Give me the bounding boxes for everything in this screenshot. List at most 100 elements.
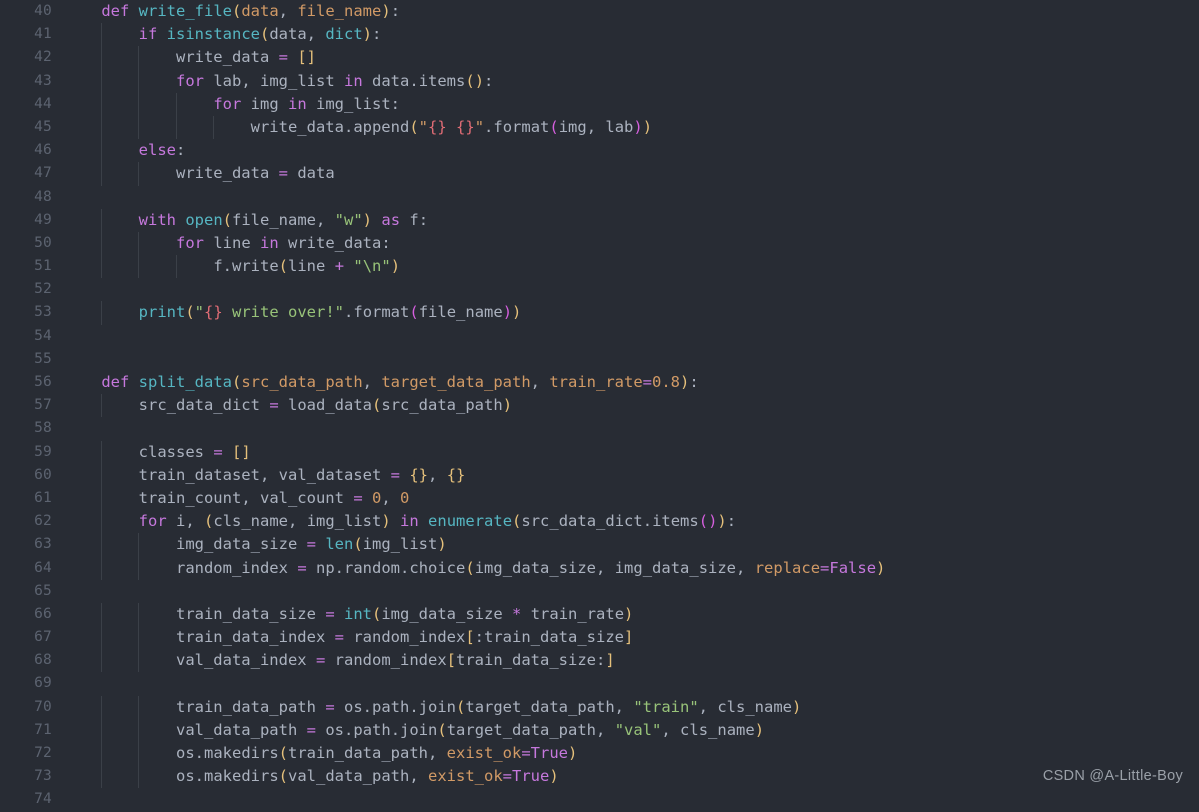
code-line-content[interactable]: src_data_dict = load_data(src_data_path) (64, 394, 1199, 418)
code-line[interactable]: 60 train_dataset, val_dataset = {}, {} (0, 463, 1199, 487)
code-token: = (278, 48, 288, 67)
code-line[interactable]: 54 (0, 325, 1199, 348)
code-token: , (381, 488, 401, 507)
code-line[interactable]: 71 val_data_path = os.path.join(target_d… (0, 718, 1199, 743)
code-token: img (250, 94, 279, 113)
code-line-content[interactable]: val_data_index = random_index[train_data… (64, 649, 1199, 673)
code-token: , (409, 767, 428, 786)
code-line[interactable]: 45 write_data.append("{} {}".format(img,… (0, 115, 1199, 140)
code-line-content[interactable]: train_count, val_count = 0, 0 (64, 486, 1199, 511)
code-line[interactable]: 40 def write_file(data, file_name): (0, 0, 1199, 23)
code-line[interactable]: 57 src_data_dict = load_data(src_data_pa… (0, 394, 1199, 418)
line-number: 48 (34, 188, 52, 205)
code-token: in (260, 233, 279, 252)
code-token: . (194, 744, 204, 762)
line-number: 40 (34, 3, 52, 19)
line-number: 72 (34, 745, 52, 761)
code-token: ) (390, 257, 401, 276)
code-line[interactable]: 65 (0, 580, 1199, 603)
code-token: format (493, 117, 550, 136)
code-line-content[interactable]: write_data.append("{} {}".format(img, la… (64, 115, 1199, 140)
code-line[interactable]: 62 for i, (cls_name, img_list) in enumer… (0, 510, 1199, 534)
code-line[interactable]: 64 random_index = np.random.choice(img_d… (0, 556, 1199, 580)
code-token: os (175, 767, 195, 786)
code-line-content[interactable]: for line in write_data: (64, 231, 1199, 256)
code-line[interactable]: 70 train_data_path = os.path.join(target… (0, 695, 1199, 719)
code-line-content[interactable]: train_data_path = os.path.join(target_da… (64, 695, 1199, 719)
code-token: [ (446, 651, 456, 670)
code-line[interactable]: 46 else: (0, 139, 1199, 163)
code-line[interactable]: 51 f.write(line + "\n") (0, 255, 1199, 279)
code-token: . (484, 117, 494, 136)
code-line[interactable]: 63 img_data_size = len(img_list) (0, 533, 1199, 557)
code-line[interactable]: 59 classes = [] (0, 440, 1199, 464)
code-lines-container[interactable]: 40 def write_file(data, file_name): 41 if… (0, 0, 1199, 807)
code-line[interactable]: 73 os.makedirs(val_data_path, exist_ok=T… (0, 765, 1199, 789)
code-line-content[interactable]: print("{} write over!".format(file_name)… (64, 301, 1199, 325)
code-line-content[interactable]: val_data_path = os.path.join(target_data… (64, 718, 1199, 743)
code-line[interactable]: 66 train_data_size = int(img_data_size *… (0, 602, 1199, 627)
code-token: ) (567, 744, 578, 762)
code-token: ( (278, 767, 288, 786)
code-line[interactable]: 53 print("{} write over!".format(file_na… (0, 301, 1199, 325)
code-line[interactable]: 44 for img in img_list: (0, 92, 1199, 116)
code-line[interactable]: 69 (0, 672, 1199, 695)
code-line-content[interactable]: random_index = np.random.choice(img_data… (64, 556, 1199, 580)
code-line[interactable]: 49 with open(file_name, "w") as f: (0, 208, 1199, 232)
code-line-content[interactable]: f.write(line + "\n") (64, 255, 1199, 279)
code-line-content[interactable]: for lab, img_list in data.items(): (64, 69, 1199, 93)
code-token: ( (465, 558, 475, 577)
code-line-content[interactable]: train_data_index = random_index[:train_d… (64, 626, 1199, 650)
code-line-content[interactable]: os.makedirs(train_data_path, exist_ok=Tr… (64, 742, 1199, 766)
code-line-content[interactable]: else: (64, 139, 1199, 163)
code-line-content[interactable]: os.makedirs(val_data_path, exist_ok=True… (64, 765, 1199, 789)
code-token: : (390, 2, 401, 20)
code-line-content[interactable]: with open(file_name, "w") as f: (64, 208, 1199, 232)
code-line[interactable]: 47 write_data = data (0, 162, 1199, 186)
code-token: ( (222, 210, 232, 229)
code-line-content[interactable]: train_data_size = int(img_data_size * tr… (64, 602, 1199, 627)
code-line[interactable]: 58 (0, 417, 1199, 440)
code-token: line (213, 233, 251, 252)
code-line-content[interactable]: train_dataset, val_dataset = {}, {} (64, 463, 1199, 487)
code-line-content[interactable]: def split_data(src_data_path, target_dat… (64, 371, 1199, 394)
code-line[interactable]: 52 (0, 278, 1199, 301)
code-line-content[interactable]: img_data_size = len(img_list) (64, 533, 1199, 557)
code-token: train_dataset (138, 465, 260, 484)
code-line[interactable]: 74 (0, 788, 1199, 811)
code-line[interactable]: 68 val_data_index = random_index[train_d… (0, 649, 1199, 673)
code-token: choice (409, 558, 466, 577)
code-line-content[interactable]: write_data = [] (64, 46, 1199, 70)
code-line[interactable]: 67 train_data_index = random_index[:trai… (0, 626, 1199, 650)
code-line[interactable]: 50 for line in write_data: (0, 231, 1199, 256)
code-line-content[interactable]: if isinstance(data, dict): (64, 23, 1199, 47)
code-line[interactable]: 48 (0, 186, 1199, 209)
code-line-content[interactable]: def write_file(data, file_name): (64, 0, 1199, 23)
code-token: train_data_size (484, 628, 624, 647)
code-token: for (213, 94, 242, 113)
code-line-content[interactable]: write_data = data (64, 162, 1199, 186)
code-line[interactable]: 72 os.makedirs(train_data_path, exist_ok… (0, 742, 1199, 766)
code-line[interactable]: 41 if isinstance(data, dict): (0, 23, 1199, 47)
code-editor[interactable]: 40 def write_file(data, file_name): 41 if… (0, 0, 1199, 807)
code-line[interactable]: 61 train_count, val_count = 0, 0 (0, 486, 1199, 511)
code-line-content[interactable]: classes = [] (64, 440, 1199, 464)
code-line[interactable]: 42 write_data = [] (0, 46, 1199, 70)
code-line[interactable]: 56 def split_data(src_data_path, target_… (0, 371, 1199, 394)
code-line[interactable]: 43 for lab, img_list in data.items(): (0, 69, 1199, 93)
code-token: ( (409, 303, 419, 322)
code-line-content[interactable]: for i, (cls_name, img_list) in enumerate… (64, 510, 1199, 534)
code-line[interactable]: 55 (0, 348, 1199, 371)
code-token: {} (204, 303, 223, 322)
code-token: data (269, 25, 307, 44)
code-line-content[interactable]: for img in img_list: (64, 92, 1199, 116)
code-token: . (222, 257, 232, 276)
